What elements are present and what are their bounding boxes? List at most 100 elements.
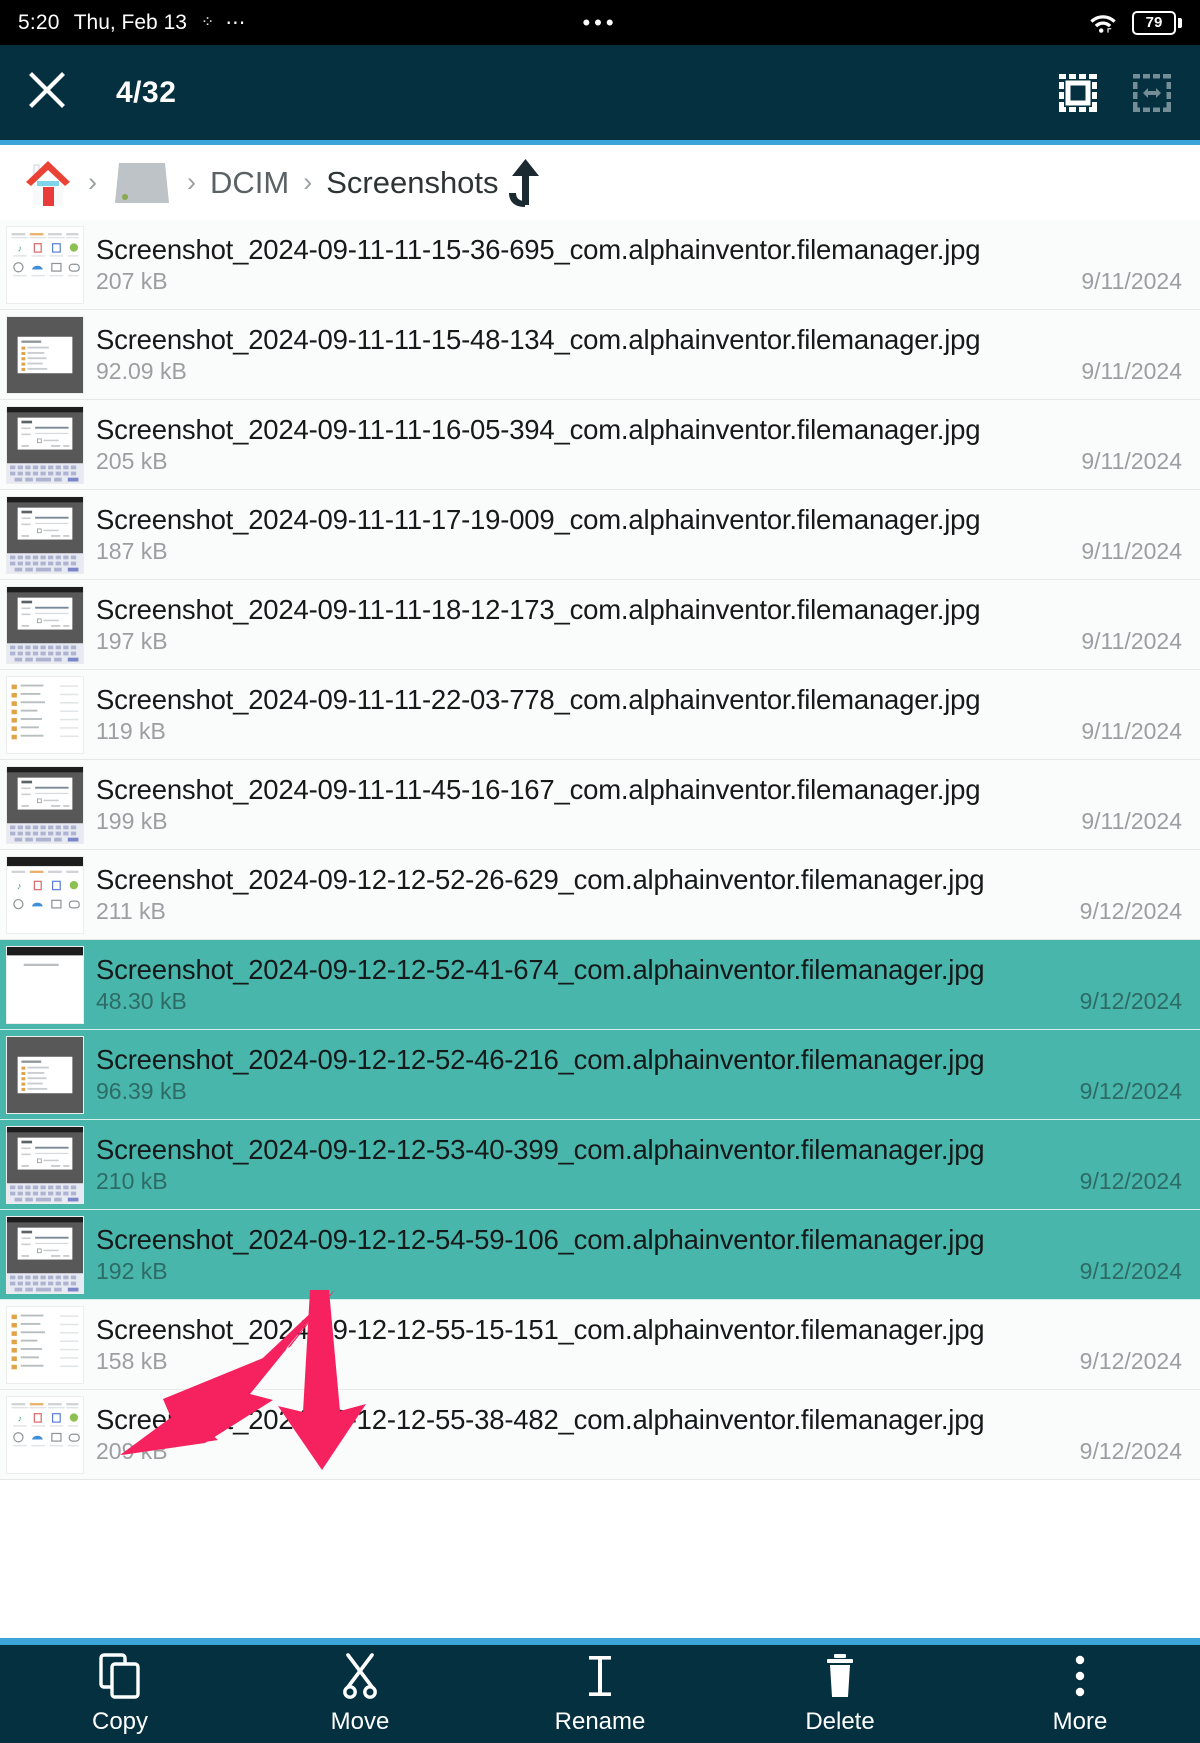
file-row-content: Screenshot_2024-09-11-11-15-36-695_com.a… bbox=[96, 234, 1182, 295]
scissors-icon bbox=[339, 1652, 381, 1699]
file-size: 96.39 kB bbox=[96, 1078, 187, 1104]
breadcrumb-separator: › bbox=[88, 167, 97, 197]
file-thumbnail bbox=[6, 585, 84, 664]
file-date: 9/11/2024 bbox=[1081, 448, 1182, 474]
move-button[interactable]: Move bbox=[240, 1645, 480, 1743]
invert-selection-icon[interactable] bbox=[1130, 71, 1174, 115]
wifi-icon bbox=[1088, 11, 1118, 35]
status-bar-right: 79 bbox=[1088, 10, 1182, 35]
file-size: 197 kB bbox=[96, 628, 168, 654]
trash-icon bbox=[819, 1653, 861, 1699]
file-row[interactable]: Screenshot_2024-09-11-11-17-19-009_com.a… bbox=[0, 490, 1200, 580]
copy-button[interactable]: Copy bbox=[0, 1645, 240, 1743]
file-name: Screenshot_2024-09-12-12-52-26-629_com.a… bbox=[96, 864, 985, 895]
breadcrumb-item-screenshots[interactable]: Screenshots bbox=[326, 165, 498, 201]
file-size: 210 kB bbox=[96, 1168, 168, 1194]
bluetooth-dots-icon: ⁘ bbox=[200, 13, 216, 31]
file-name: Screenshot_2024-09-12-12-55-38-482_com.a… bbox=[96, 1404, 985, 1435]
file-row[interactable]: Screenshot_2024-09-11-11-22-03-778_com.a… bbox=[0, 670, 1200, 760]
status-time: 5:20 bbox=[18, 10, 60, 34]
file-row-content: Screenshot_2024-09-12-12-54-59-106_com.a… bbox=[96, 1224, 1182, 1285]
battery-level: 79 bbox=[1145, 14, 1163, 31]
file-date: 9/11/2024 bbox=[1081, 538, 1182, 564]
file-row-content: Screenshot_2024-09-12-12-52-41-674_com.a… bbox=[96, 954, 1182, 1015]
file-row[interactable]: Screenshot_2024-09-12-12-52-46-216_com.a… bbox=[0, 1030, 1200, 1120]
file-row-content: Screenshot_2024-09-12-12-52-26-629_com.a… bbox=[96, 864, 1182, 925]
file-date: 9/12/2024 bbox=[1079, 988, 1182, 1014]
file-row[interactable]: Screenshot_2024-09-11-11-45-16-167_com.a… bbox=[0, 760, 1200, 850]
file-thumbnail bbox=[6, 1035, 84, 1114]
go-up-icon[interactable] bbox=[499, 157, 543, 209]
file-list: ♪ Screenshot_2024-09-11-11-15-36-695_com… bbox=[0, 220, 1200, 1480]
file-row[interactable]: ♪ Screenshot_2024-09-12-12-52-26-629_com… bbox=[0, 850, 1200, 940]
status-bar: 5:20 Thu, Feb 13 ⁘ ⋯ ••• 79 bbox=[0, 0, 1200, 45]
file-thumbnail bbox=[6, 315, 84, 394]
file-name: Screenshot_2024-09-11-11-16-05-394_com.a… bbox=[96, 414, 981, 445]
file-row[interactable]: ♪ Screenshot_2024-09-11-11-15-36-695_com… bbox=[0, 220, 1200, 310]
file-row[interactable]: Screenshot_2024-09-12-12-53-40-399_com.a… bbox=[0, 1120, 1200, 1210]
svg-text:♪: ♪ bbox=[18, 243, 23, 253]
selection-count-label: 4/32 bbox=[116, 75, 177, 109]
file-thumbnail bbox=[6, 495, 84, 574]
file-row[interactable]: ♪ Screenshot_2024-09-12-12-55-38-482_com… bbox=[0, 1390, 1200, 1480]
more-dots-icon: ⋯ bbox=[225, 11, 248, 34]
file-row[interactable]: Screenshot_2024-09-12-12-52-41-674_com.a… bbox=[0, 940, 1200, 1030]
file-row[interactable]: Screenshot_2024-09-11-11-15-48-134_com.a… bbox=[0, 310, 1200, 400]
file-size: 158 kB bbox=[96, 1348, 168, 1374]
file-date: 9/12/2024 bbox=[1079, 1258, 1182, 1284]
file-row-content: Screenshot_2024-09-11-11-45-16-167_com.a… bbox=[96, 774, 1182, 835]
file-name: Screenshot_2024-09-11-11-45-16-167_com.a… bbox=[96, 774, 981, 805]
breadcrumb: › › DCIM › Screenshots bbox=[0, 145, 1200, 220]
file-size: 48.30 kB bbox=[96, 988, 187, 1014]
file-name: Screenshot_2024-09-11-11-15-48-134_com.a… bbox=[96, 324, 981, 355]
text-cursor-icon bbox=[579, 1653, 621, 1699]
app-bar-actions bbox=[1056, 71, 1174, 115]
file-name: Screenshot_2024-09-11-11-17-19-009_com.a… bbox=[96, 504, 981, 535]
file-thumbnail bbox=[6, 945, 84, 1024]
file-date: 9/12/2024 bbox=[1079, 1348, 1182, 1374]
file-thumbnail: ♪ bbox=[6, 855, 84, 934]
file-size: 187 kB bbox=[96, 538, 168, 564]
file-date: 9/12/2024 bbox=[1079, 1438, 1182, 1464]
delete-button[interactable]: Delete bbox=[720, 1645, 960, 1743]
battery-icon: 79 bbox=[1132, 10, 1182, 35]
move-label: Move bbox=[330, 1707, 390, 1735]
file-size: 207 kB bbox=[96, 268, 168, 294]
file-size: 209 kB bbox=[96, 1438, 168, 1464]
file-row-content: Screenshot_2024-09-12-12-52-46-216_com.a… bbox=[96, 1044, 1182, 1105]
file-date: 9/12/2024 bbox=[1079, 898, 1182, 924]
breadcrumb-item-dcim[interactable]: DCIM bbox=[210, 165, 289, 201]
file-row[interactable]: Screenshot_2024-09-12-12-54-59-106_com.a… bbox=[0, 1210, 1200, 1300]
file-size: 211 kB bbox=[96, 898, 166, 924]
file-size: 92.09 kB bbox=[96, 358, 187, 384]
file-row[interactable]: Screenshot_2024-09-11-11-18-12-173_com.a… bbox=[0, 580, 1200, 670]
file-row[interactable]: Screenshot_2024-09-11-11-16-05-394_com.a… bbox=[0, 400, 1200, 490]
bottom-accent-rule bbox=[0, 1638, 1200, 1645]
file-thumbnail: ♪ bbox=[6, 225, 84, 304]
file-row-content: Screenshot_2024-09-11-11-22-03-778_com.a… bbox=[96, 684, 1182, 745]
selection-app-bar: 4/32 bbox=[0, 45, 1200, 140]
file-name: Screenshot_2024-09-11-11-15-36-695_com.a… bbox=[96, 234, 981, 265]
file-date: 9/11/2024 bbox=[1081, 808, 1182, 834]
rename-button[interactable]: Rename bbox=[480, 1645, 720, 1743]
file-row-content: Screenshot_2024-09-12-12-53-40-399_com.a… bbox=[96, 1134, 1182, 1195]
file-size: 119 kB bbox=[96, 718, 166, 744]
home-icon[interactable] bbox=[22, 157, 74, 209]
file-name: Screenshot_2024-09-12-12-52-46-216_com.a… bbox=[96, 1044, 985, 1075]
select-all-icon[interactable] bbox=[1056, 71, 1100, 115]
copy-label: Copy bbox=[91, 1707, 149, 1735]
file-date: 9/11/2024 bbox=[1081, 718, 1182, 744]
file-size: 199 kB bbox=[96, 808, 168, 834]
svg-text:♪: ♪ bbox=[17, 880, 22, 890]
storage-drive-icon[interactable] bbox=[111, 160, 173, 206]
bottom-action-bar-wrap: Copy Move Rename Delete More bbox=[0, 1638, 1200, 1743]
status-bar-left: 5:20 Thu, Feb 13 ⁘ ⋯ bbox=[18, 11, 247, 35]
bottom-action-bar: Copy Move Rename Delete More bbox=[0, 1645, 1200, 1743]
file-row-content: Screenshot_2024-09-11-11-16-05-394_com.a… bbox=[96, 414, 1182, 475]
close-selection-button[interactable] bbox=[26, 69, 68, 116]
file-row[interactable]: Screenshot_2024-09-12-12-55-15-151_com.a… bbox=[0, 1300, 1200, 1390]
more-button[interactable]: More bbox=[960, 1645, 1200, 1743]
file-row-content: Screenshot_2024-09-11-11-17-19-009_com.a… bbox=[96, 504, 1182, 565]
file-size: 205 kB bbox=[96, 448, 168, 474]
breadcrumb-separator: › bbox=[303, 167, 313, 197]
